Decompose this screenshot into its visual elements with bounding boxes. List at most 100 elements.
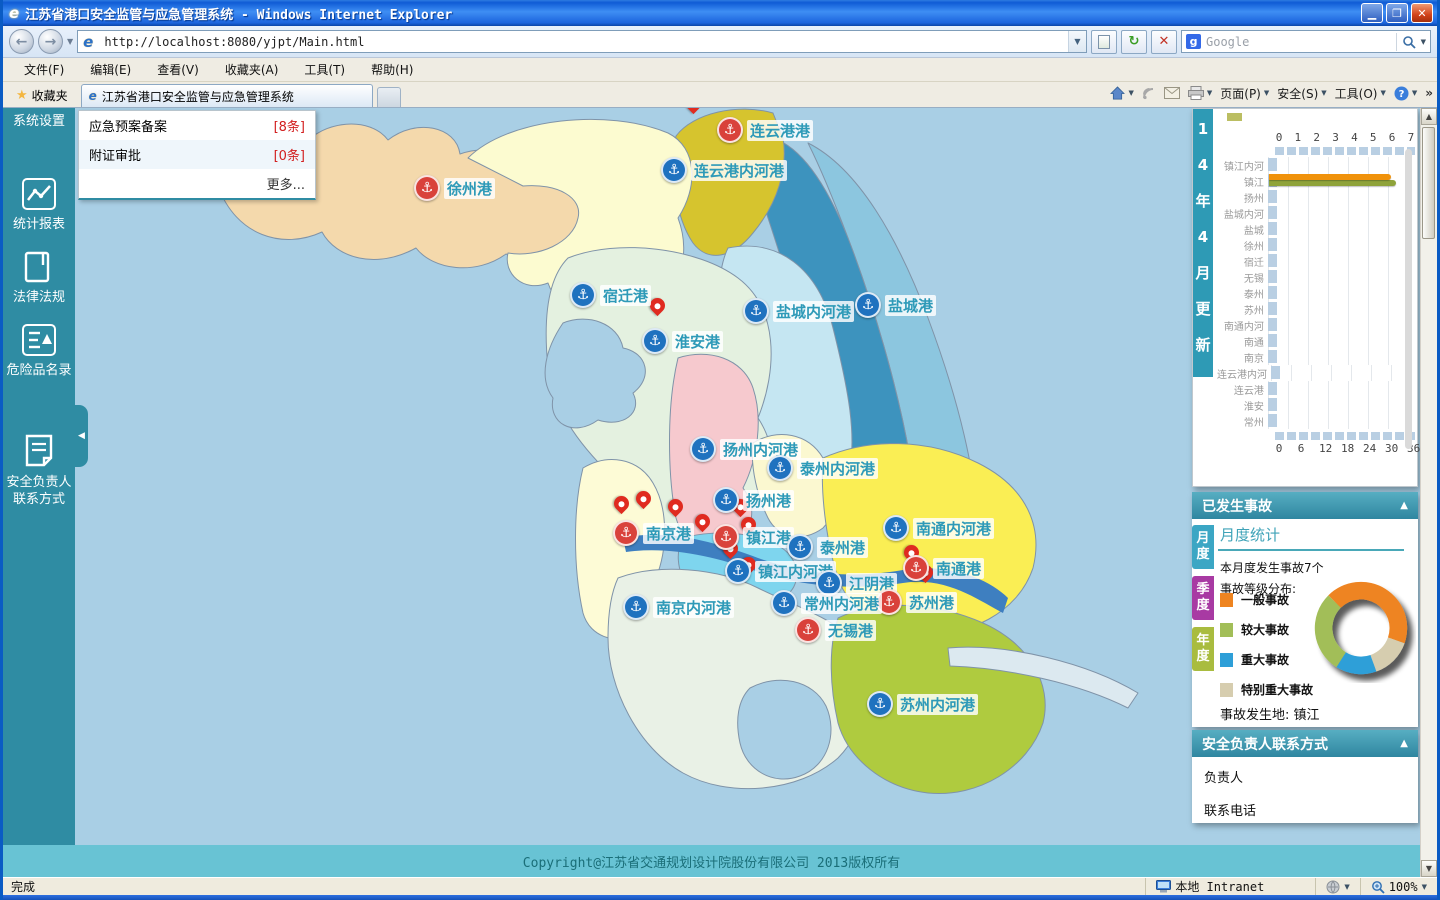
- menu-file[interactable]: 文件(F): [11, 58, 77, 81]
- history-dropdown-icon[interactable]: ▼: [67, 37, 73, 46]
- sidebar-item-hazmat-list[interactable]: 危险品名录: [5, 324, 73, 379]
- scrollbar-thumb[interactable]: [1422, 127, 1435, 239]
- notice-row-license-approval[interactable]: 附证审批 [0条]: [79, 140, 315, 169]
- tab-title: 江苏省港口安全监管与应急管理系统: [102, 88, 294, 105]
- port-marker-宿迁港[interactable]: ⚓宿迁港: [570, 282, 651, 308]
- port-marker-南通内河港[interactable]: ⚓南通内河港: [883, 515, 994, 541]
- notice-row-emergency-plan[interactable]: 应急预案备案 [8条]: [79, 111, 315, 140]
- search-icon[interactable]: [1402, 35, 1416, 49]
- accident-panel-header[interactable]: 已发生事故 ▲: [1192, 492, 1418, 519]
- port-marker-徐州港[interactable]: ⚓徐州港: [414, 175, 495, 201]
- notice-panel: 应急预案备案 [8条] 附证审批 [0条] 更多...: [78, 110, 316, 200]
- menu-tools[interactable]: 工具(T): [291, 58, 358, 81]
- port-marker-南京港[interactable]: ⚓南京港: [613, 520, 694, 546]
- port-marker-南京内河港[interactable]: ⚓南京内河港: [623, 594, 734, 620]
- new-tab-stub[interactable]: [377, 87, 401, 107]
- search-input-text[interactable]: Google: [1206, 35, 1391, 49]
- tab-main[interactable]: e 江苏省港口安全监管与应急管理系统: [81, 84, 373, 107]
- print-button[interactable]: ▼: [1188, 86, 1212, 100]
- accident-pin-icon[interactable]: [633, 488, 654, 509]
- refresh-button[interactable]: ↻: [1121, 30, 1147, 54]
- url-text[interactable]: http://localhost:8080/yjpt/Main.html: [104, 35, 1063, 49]
- anchor-icon: ⚓: [743, 298, 769, 324]
- scrollbar-track[interactable]: [1421, 125, 1437, 860]
- notice-count: [8条]: [274, 116, 305, 135]
- sidebar-item-system-settings[interactable]: 系统设置: [5, 113, 73, 130]
- read-mail-button[interactable]: [1164, 87, 1180, 99]
- mail-icon: [1164, 87, 1180, 99]
- favorites-button[interactable]: ★ 收藏夹: [7, 84, 77, 106]
- scroll-up-icon[interactable]: ▲: [1421, 108, 1437, 125]
- phishing-filter-button[interactable]: ▼: [1315, 878, 1359, 895]
- accident-pin-icon[interactable]: [665, 496, 686, 517]
- tools-menu-button[interactable]: 工具(O)▼: [1335, 85, 1386, 102]
- port-marker-常州内河港[interactable]: ⚓常州内河港: [771, 590, 882, 616]
- accident-pin-icon[interactable]: [611, 493, 632, 514]
- menu-favorites[interactable]: 收藏夹(A): [212, 58, 292, 81]
- help-button[interactable]: ? ▼: [1394, 86, 1417, 101]
- port-marker-南通港[interactable]: ⚓南通港: [903, 555, 984, 581]
- chevron-double-icon[interactable]: »: [1425, 86, 1433, 100]
- port-marker-苏州内河港[interactable]: ⚓苏州内河港: [867, 691, 978, 717]
- chart-scrollbar[interactable]: [1405, 149, 1412, 449]
- feeds-button[interactable]: [1142, 86, 1156, 100]
- port-marker-盐城内河港[interactable]: ⚓盐城内河港: [743, 298, 854, 324]
- collapse-up-icon[interactable]: ▲: [1400, 738, 1408, 749]
- chart-row-连云港: 连云港: [1217, 381, 1399, 397]
- zoom-control[interactable]: 100% ▼: [1360, 878, 1437, 895]
- tab-quarterly[interactable]: 季度: [1192, 576, 1214, 620]
- port-marker-镇江港[interactable]: ⚓镇江港: [713, 524, 794, 550]
- port-marker-无锡港[interactable]: ⚓无锡港: [795, 617, 876, 643]
- back-button[interactable]: ←: [9, 29, 34, 54]
- forward-button[interactable]: →: [38, 29, 63, 54]
- port-label: 苏州港: [906, 592, 957, 613]
- port-marker-盐城港[interactable]: ⚓盐城港: [855, 292, 936, 318]
- tab-yearly[interactable]: 年度: [1192, 627, 1214, 671]
- notice-more-link[interactable]: 更多...: [79, 169, 315, 198]
- collapse-up-icon[interactable]: ▲: [1400, 500, 1408, 511]
- restore-button[interactable]: ❐: [1386, 3, 1408, 23]
- compatibility-view-button[interactable]: [1091, 30, 1117, 54]
- address-field[interactable]: e http://localhost:8080/yjpt/Main.html ▼: [77, 30, 1087, 53]
- close-button[interactable]: ✕: [1411, 3, 1433, 23]
- port-marker-连云港港[interactable]: ⚓连云港港: [717, 117, 813, 143]
- home-button[interactable]: ▼: [1110, 86, 1133, 100]
- port-marker-连云港内河港[interactable]: ⚓连云港内河港: [661, 157, 787, 183]
- address-bar: ← → ▼ e http://localhost:8080/yjpt/Main.…: [3, 26, 1437, 58]
- accident-pin-icon[interactable]: [683, 108, 704, 114]
- accident-pin-icon[interactable]: [692, 511, 713, 532]
- search-box[interactable]: g Google ▼: [1181, 30, 1431, 53]
- address-dropdown-icon[interactable]: ▼: [1068, 31, 1086, 52]
- security-menu-button[interactable]: 安全(S)▼: [1277, 85, 1326, 102]
- sidebar-item-laws[interactable]: 法律法规: [5, 251, 73, 306]
- page-menu-button[interactable]: 页面(P)▼: [1220, 85, 1269, 102]
- chart-row-无锡: 无锡: [1217, 269, 1399, 285]
- scroll-down-icon[interactable]: ▼: [1421, 860, 1437, 877]
- minimize-button[interactable]: ▁: [1361, 3, 1383, 23]
- dropdown-icon[interactable]: ▼: [1422, 883, 1427, 891]
- stop-button[interactable]: ✕: [1151, 30, 1177, 54]
- menu-view[interactable]: 查看(V): [144, 58, 212, 81]
- hazmat-list-icon: [22, 324, 56, 356]
- port-marker-扬州港[interactable]: ⚓扬州港: [713, 487, 794, 513]
- search-dropdown-icon[interactable]: ▼: [1421, 38, 1426, 46]
- vertical-scrollbar[interactable]: ▲ ▼: [1420, 108, 1437, 877]
- port-marker-淮安港[interactable]: ⚓淮安港: [642, 328, 723, 354]
- book-icon: [24, 251, 54, 283]
- sidebar-item-safety-contacts[interactable]: 安全负责人联系方式: [5, 434, 73, 508]
- port-marker-泰州港[interactable]: ⚓泰州港: [787, 534, 868, 560]
- anchor-icon: ⚓: [883, 515, 909, 541]
- chart-category-label: 无锡: [1217, 270, 1268, 285]
- sidebar-collapse-handle[interactable]: ◀: [75, 405, 88, 467]
- dropdown-icon[interactable]: ▼: [1344, 883, 1349, 891]
- port-marker-泰州内河港[interactable]: ⚓泰州内河港: [767, 455, 878, 481]
- contact-panel-header[interactable]: 安全负责人联系方式 ▲: [1192, 730, 1418, 757]
- menu-help[interactable]: 帮助(H): [358, 58, 426, 81]
- chart-category-label: 泰州: [1217, 286, 1268, 301]
- port-marker-苏州港[interactable]: ⚓苏州港: [876, 589, 957, 615]
- chart-row-南通内河: 南通内河: [1217, 317, 1399, 333]
- anchor-icon: ⚓: [717, 117, 743, 143]
- sidebar-item-statistics[interactable]: 统计报表: [5, 178, 73, 233]
- tab-monthly[interactable]: 月度: [1192, 525, 1214, 569]
- menu-edit[interactable]: 编辑(E): [77, 58, 144, 81]
